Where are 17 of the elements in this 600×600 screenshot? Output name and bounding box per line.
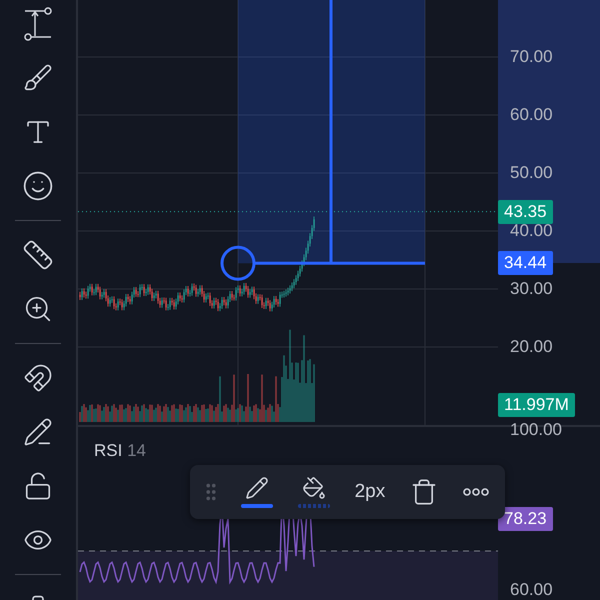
rsi-tick: 100.00 bbox=[510, 420, 562, 440]
line-price-label: 34.44 bbox=[498, 251, 553, 276]
pencil-icon bbox=[244, 476, 269, 500]
rsi-tick: 60.00 bbox=[510, 580, 553, 600]
more-icon bbox=[462, 488, 489, 496]
price-tick: 50.00 bbox=[510, 163, 553, 183]
line-width-button[interactable]: 2px bbox=[348, 477, 392, 507]
paint-bucket-icon bbox=[302, 476, 326, 500]
price-tick: 30.00 bbox=[510, 279, 553, 299]
price-tick: 20.00 bbox=[510, 337, 553, 357]
price-tick: 40.00 bbox=[510, 221, 553, 241]
price-tick: 70.00 bbox=[510, 47, 553, 67]
indicator-legend: RSI 14 bbox=[94, 441, 146, 461]
last-price-label: 43.35 bbox=[498, 200, 553, 224]
price-tick: 60.00 bbox=[510, 105, 553, 125]
rsi-value-label: 78.23 bbox=[498, 507, 553, 531]
volume-label: 11.997M bbox=[498, 393, 575, 417]
